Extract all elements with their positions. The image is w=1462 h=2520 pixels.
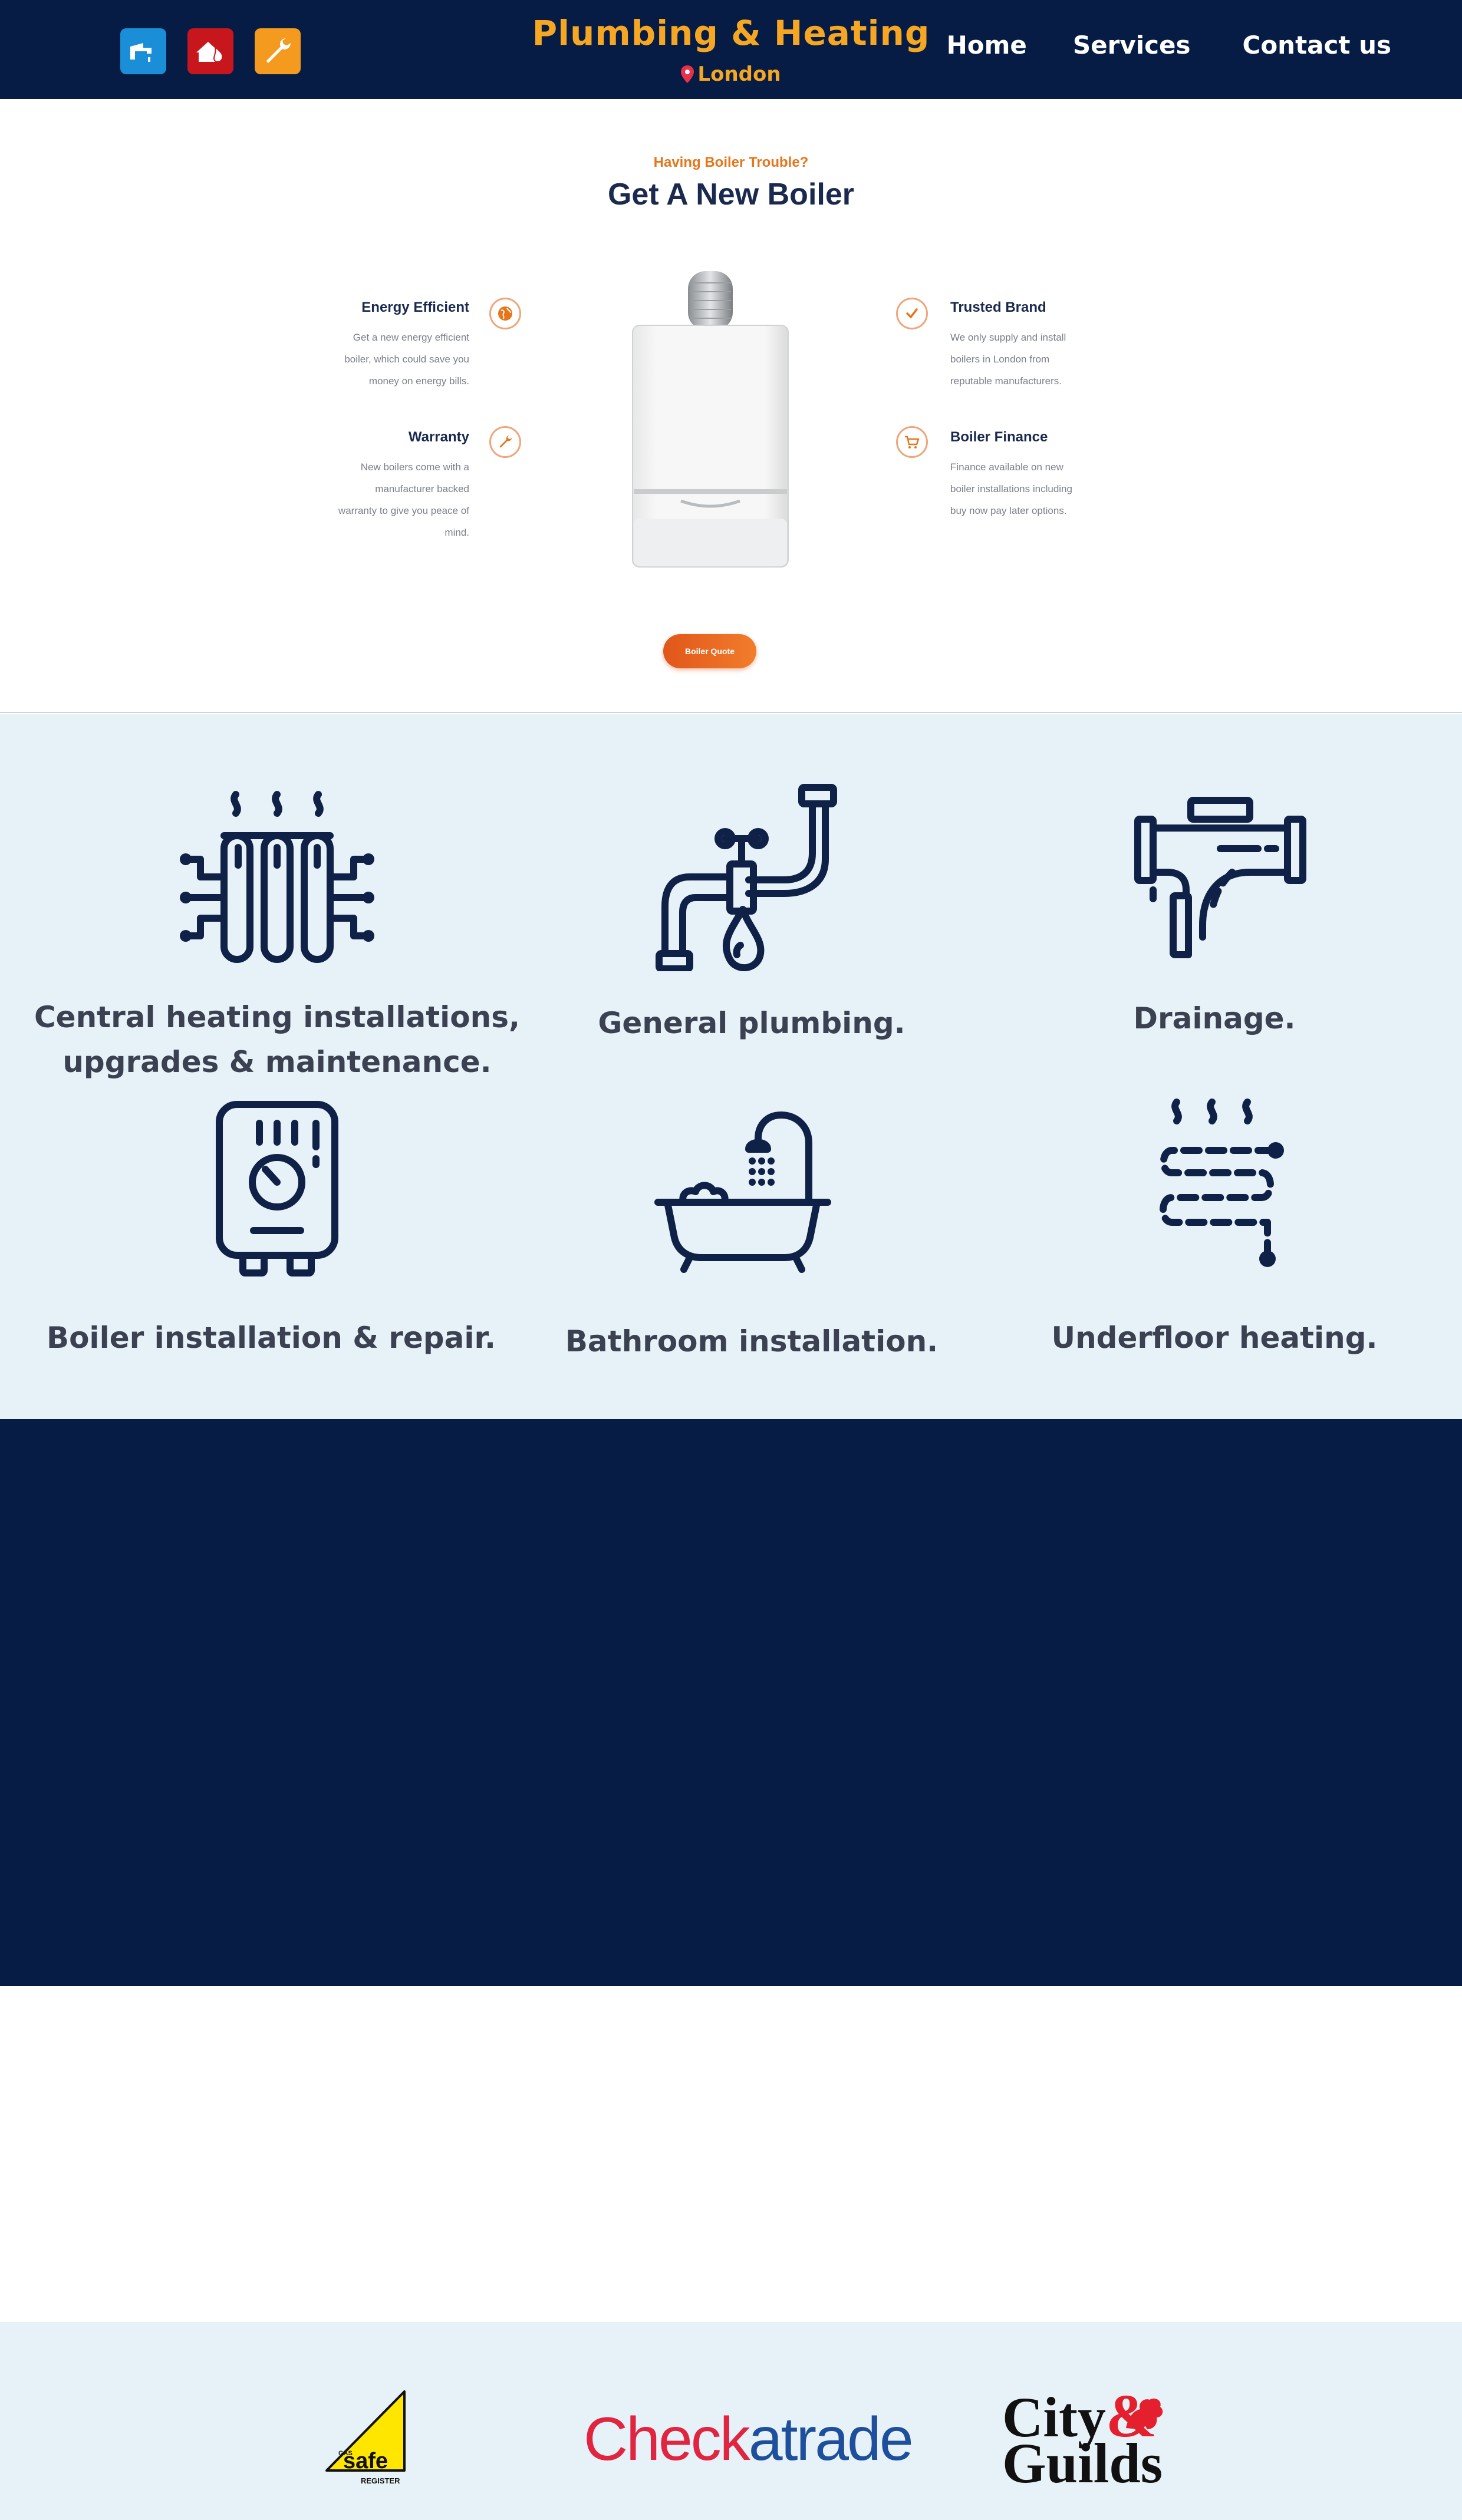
feature-text-line: We only supply and install xyxy=(950,332,1066,343)
service-label: General plumbing. xyxy=(519,1001,984,1045)
service-label: Central heating installations, upgrades &… xyxy=(29,995,525,1084)
pipe-tap-icon xyxy=(656,784,837,971)
feature-trusted-brand: Trusted Brand We only supply and install… xyxy=(950,299,1104,392)
service-label-line: General plumbing. xyxy=(598,1006,905,1040)
city-guilds-line2: Guilds xyxy=(1002,2432,1163,2495)
nav-contact[interactable]: Contact us xyxy=(1243,31,1392,60)
service-label-line: Drainage. xyxy=(1133,1001,1296,1035)
boiler-quote-button[interactable]: Boiler Quote xyxy=(663,634,756,668)
blank-section xyxy=(0,1986,1462,2322)
underfloor-heating-icon xyxy=(1160,1099,1284,1267)
bathtub-icon xyxy=(654,1111,831,1273)
boiler-kicker: Having Boiler Trouble? xyxy=(653,154,809,170)
globe-icon xyxy=(489,298,521,329)
cart-icon xyxy=(896,426,928,458)
feature-text-line: boiler, which could save you xyxy=(344,354,469,365)
radiator-icon xyxy=(180,791,374,963)
dark-banner xyxy=(0,1419,1462,1986)
service-label: Bathroom installation. xyxy=(519,1319,984,1364)
feature-warranty: Warranty New boilers come with a manufact… xyxy=(316,429,469,543)
nav-services[interactable]: Services xyxy=(1073,31,1191,60)
checkmark-icon xyxy=(896,298,928,329)
checkatrade-part: trade xyxy=(781,2405,914,2473)
location-pin-icon xyxy=(681,65,694,83)
feature-text-line: Finance available on new xyxy=(950,461,1063,473)
main-nav: Home Services Contact us xyxy=(947,31,1391,60)
service-label-line: Bathroom installation. xyxy=(565,1324,939,1358)
service-label: Boiler installation & repair. xyxy=(35,1315,507,1360)
nav-home[interactable]: Home xyxy=(947,31,1027,60)
boiler-image xyxy=(632,271,789,568)
checkatrade-logo[interactable]: Checkatrade xyxy=(584,2404,914,2475)
boiler-title: Get A New Boiler xyxy=(607,177,854,212)
feature-text-line: reputable manufacturers. xyxy=(950,375,1062,387)
feature-title: Trusted Brand xyxy=(950,299,1046,315)
wrench-small-icon xyxy=(489,426,521,458)
feature-energy-efficient: Energy Efficient Get a new energy effici… xyxy=(316,299,469,392)
service-label-line: Boiler installation & repair. xyxy=(46,1321,496,1355)
service-label: Underfloor heating. xyxy=(1002,1315,1427,1360)
feature-title: Boiler Finance xyxy=(950,429,1048,445)
feature-title: Warranty xyxy=(408,429,469,445)
feature-text-line: boiler installations including xyxy=(950,483,1072,494)
service-label-line: Underfloor heating. xyxy=(1051,1321,1378,1355)
feature-title: Energy Efficient xyxy=(361,299,469,315)
drain-pipe-icon xyxy=(1134,797,1306,958)
service-label-line: upgrades & maintenance. xyxy=(62,1045,492,1079)
feature-text-line: manufacturer backed xyxy=(375,483,469,494)
feature-text-line: warranty to give you peace of xyxy=(338,505,469,516)
feature-text-line: New boilers come with a xyxy=(360,461,469,473)
brand-location: London xyxy=(0,62,1462,86)
service-label: Drainage. xyxy=(1002,996,1427,1041)
boiler-icon xyxy=(216,1101,338,1277)
feature-text-line: boilers in London from xyxy=(950,354,1050,365)
feature-boiler-finance: Boiler Finance Finance available on new b… xyxy=(950,429,1104,522)
feature-text-line: mind. xyxy=(444,527,469,538)
service-label-line: Central heating installations, xyxy=(34,1000,521,1034)
page: Plumbing & Heating London Home Services … xyxy=(0,0,1462,2520)
gas-safe-bottom-text: REGISTER xyxy=(361,2476,400,2485)
feature-text-line: Get a new energy efficient xyxy=(353,332,469,343)
gas-safe-main-text: safe xyxy=(343,2449,388,2473)
checkatrade-part: Chec xyxy=(584,2405,722,2473)
feature-text-line: money on energy bills. xyxy=(368,375,469,387)
checkatrade-part: k xyxy=(719,2405,750,2473)
location-text: London xyxy=(697,62,781,86)
lion-icon xyxy=(1126,2398,1163,2429)
site-header: Plumbing & Heating London Home Services … xyxy=(0,0,1462,99)
feature-text-line: buy now pay later options. xyxy=(950,505,1067,516)
checkatrade-part: a xyxy=(748,2405,783,2473)
gas-safe-logo[interactable]: GAS safe REGISTER xyxy=(323,2387,411,2487)
